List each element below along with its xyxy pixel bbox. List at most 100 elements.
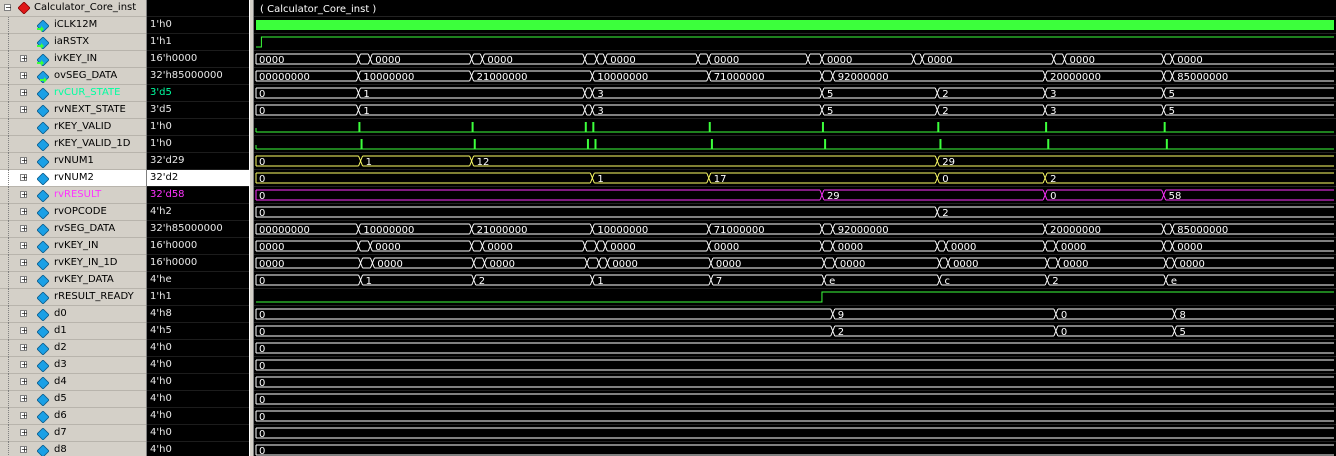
signal-value-pane[interactable]: 1'h0 1'h1 16'h0000 32'h85000000 3'd5 3'd5 1'h0… xyxy=(147,0,249,456)
wave-rvSEG_DATA[interactable]: 00000000 10000000 21000000 10000000 71000000… xyxy=(255,223,1334,236)
signal-row-ivKEY_IN[interactable]: + ivKEY_IN xyxy=(0,51,146,68)
signal-row-rvKEY_IN_1D[interactable]: + rvKEY_IN_1D xyxy=(0,255,146,272)
wave-rvKEY_DATA[interactable]: 0 1 2 1 7 e c 2 e xyxy=(255,274,1334,287)
signal-row-rvNUM2[interactable]: + rvNUM2 xyxy=(0,170,146,187)
wave-rvCUR_STATE[interactable]: 0 1 3 5 2 3 5 xyxy=(255,87,1334,100)
wave-rvNUM1[interactable]: 0 1 12 29 xyxy=(255,155,1334,168)
bus-value: 0000 xyxy=(487,242,512,253)
signal-row-rvNUM1[interactable]: + rvNUM1 xyxy=(0,153,146,170)
bus-transition xyxy=(594,53,600,65)
expand-toggle[interactable]: + xyxy=(20,191,28,199)
wave-rRESULT_READY[interactable] xyxy=(256,291,1334,303)
signal-row-rvRESULT[interactable]: + rvRESULT xyxy=(0,187,146,204)
signal-row-d8[interactable]: + d8 xyxy=(0,442,146,456)
signal-row-rvNEXT_STATE[interactable]: + rvNEXT_STATE xyxy=(0,102,146,119)
bus-value: 29 xyxy=(942,157,955,168)
bus-transition xyxy=(355,70,361,82)
wave-rvNEXT_STATE[interactable]: 0 1 3 5 2 3 5 xyxy=(255,104,1334,117)
signal-row-iCLK12M[interactable]: iCLK12M xyxy=(0,17,146,34)
wave-d8[interactable]: 0 xyxy=(255,444,1334,456)
expand-toggle[interactable]: + xyxy=(20,89,28,97)
bus-transition xyxy=(1171,325,1177,337)
wave-d0[interactable]: 0 9 0 8 xyxy=(255,308,1334,321)
waveform-pane[interactable]: ( Calculator_Core_inst ) 0000 0000 0000 0000… xyxy=(254,0,1336,456)
signal-name: rRESULT_READY xyxy=(54,291,134,302)
signal-row-d7[interactable]: + d7 xyxy=(0,425,146,442)
expand-toggle[interactable]: + xyxy=(20,361,28,369)
bus-value: 0 xyxy=(1061,327,1067,338)
bus-value: 0000 xyxy=(259,259,284,270)
wave-rvOPCODE[interactable]: 02 xyxy=(255,206,1334,219)
wave-iCLK12M[interactable] xyxy=(256,20,1334,30)
bus-value: 1 xyxy=(363,89,369,100)
wave-ovSEG_DATA[interactable]: 00000000 10000000 21000000 10000000 71000000… xyxy=(255,70,1334,83)
expand-toggle[interactable]: + xyxy=(20,259,28,267)
expand-toggle[interactable]: + xyxy=(20,106,28,114)
wave-d3[interactable]: 0 xyxy=(255,359,1334,372)
wave-rvNUM2[interactable]: 0 1 17 0 2 xyxy=(255,172,1334,185)
wave-d2[interactable]: 0 xyxy=(255,342,1334,355)
waveform-canvas[interactable]: ( Calculator_Core_inst )0000 0000 0000 0000… xyxy=(254,0,1336,456)
expand-toggle[interactable]: + xyxy=(20,225,28,233)
bus-transition xyxy=(355,87,361,99)
signal-row-d6[interactable]: + d6 xyxy=(0,408,146,425)
signal-row-ovSEG_DATA[interactable]: + ovSEG_DATA xyxy=(0,68,146,85)
wave-d1[interactable]: 0 2 0 5 xyxy=(255,325,1334,338)
signal-row-d2[interactable]: + d2 xyxy=(0,340,146,357)
signal-row-d5[interactable]: + d5 xyxy=(0,391,146,408)
signal-row-d4[interactable]: + d4 xyxy=(0,374,146,391)
wave-d7[interactable]: 0 xyxy=(255,427,1334,440)
signal-row-rRESULT_READY[interactable]: rRESULT_READY xyxy=(0,289,146,306)
signal-name: d1 xyxy=(54,325,67,336)
wave-d6[interactable]: 0 xyxy=(255,410,1334,423)
collapse-toggle[interactable]: − xyxy=(4,4,12,12)
expand-toggle[interactable]: + xyxy=(20,157,28,165)
signal-row-iaRSTX[interactable]: iaRSTX xyxy=(0,34,146,51)
expand-toggle[interactable]: + xyxy=(20,395,28,403)
wave-rvKEY_IN_1D[interactable]: 0000 0000 0000 0000 0000 0000 0000 0000 0000 xyxy=(255,257,1334,270)
bus-transition xyxy=(1169,53,1175,65)
bus-value: 0000 xyxy=(827,55,852,66)
bus-value: 71000000 xyxy=(714,72,765,83)
bus-value: e xyxy=(1171,276,1177,287)
wave-d5[interactable]: 0 xyxy=(255,393,1334,406)
wave-rvKEY_IN[interactable]: 0000 0000 0000 0000 0000 0000 0000 0000 0000 xyxy=(255,240,1334,253)
signal-row-d1[interactable]: + d1 xyxy=(0,323,146,340)
bus-transition xyxy=(934,240,940,252)
expand-toggle[interactable]: + xyxy=(20,412,28,420)
reg-icon xyxy=(36,87,50,101)
expand-toggle[interactable]: + xyxy=(20,344,28,352)
expand-toggle[interactable]: + xyxy=(20,310,28,318)
signal-row-rvOPCODE[interactable]: + rvOPCODE xyxy=(0,204,146,221)
expand-toggle[interactable]: + xyxy=(20,446,28,454)
expand-toggle[interactable]: + xyxy=(20,276,28,284)
signal-name-pane[interactable]: − Calculator_Core_inst iCLK12M iaRSTX + ivKEY… xyxy=(0,0,147,456)
bus-value: 85000000 xyxy=(1177,72,1228,83)
signal-row-d0[interactable]: + d0 xyxy=(0,306,146,323)
wave-iaRSTX[interactable] xyxy=(256,36,1334,48)
signal-row-rvSEG_DATA[interactable]: + rvSEG_DATA xyxy=(0,221,146,238)
expand-toggle[interactable]: + xyxy=(20,208,28,216)
wave-rvRESULT[interactable]: 0 29 0 58 xyxy=(255,189,1334,202)
expand-toggle[interactable]: + xyxy=(20,327,28,335)
bus-value: 0 xyxy=(259,378,265,389)
signal-row-rKEY_VALID_1D[interactable]: rKEY_VALID_1D xyxy=(0,136,146,153)
expand-toggle[interactable]: + xyxy=(20,72,28,80)
expand-toggle[interactable]: + xyxy=(20,242,28,250)
wave-ivKEY_IN[interactable]: 0000 0000 0000 0000 0000 0000 0000 0000 0000 xyxy=(255,53,1334,66)
expand-toggle[interactable]: + xyxy=(20,174,28,182)
signal-row-rvKEY_DATA[interactable]: + rvKEY_DATA xyxy=(0,272,146,289)
expand-toggle[interactable]: + xyxy=(20,429,28,437)
bus-transition xyxy=(934,206,940,218)
expand-toggle[interactable]: + xyxy=(20,378,28,386)
wave-rKEY_VALID_1D[interactable] xyxy=(255,139,1334,150)
wave-rKEY_VALID[interactable] xyxy=(255,122,1334,133)
bus-value: 1 xyxy=(363,106,369,117)
signal-row-d3[interactable]: + d3 xyxy=(0,357,146,374)
signal-row-rvCUR_STATE[interactable]: + rvCUR_STATE xyxy=(0,85,146,102)
signal-row-rKEY_VALID[interactable]: rKEY_VALID xyxy=(0,119,146,136)
tree-root-row[interactable]: − Calculator_Core_inst xyxy=(0,0,146,17)
expand-toggle[interactable]: + xyxy=(20,55,28,63)
wave-d4[interactable]: 0 xyxy=(255,376,1334,389)
signal-row-rvKEY_IN[interactable]: + rvKEY_IN xyxy=(0,238,146,255)
